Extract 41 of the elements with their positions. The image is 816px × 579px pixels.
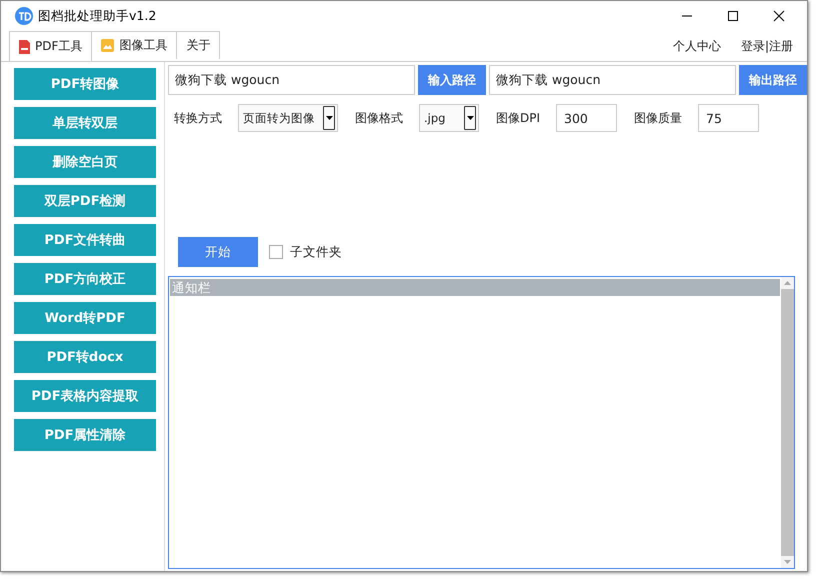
sidebar-button[interactable]: 单层转双层 — [14, 107, 156, 139]
sidebar-button[interactable]: PDF表格内容提取 — [14, 380, 156, 412]
output-path-button[interactable]: 输出路径 — [739, 65, 807, 95]
checkbox[interactable] — [269, 245, 283, 259]
header-link[interactable]: 登录|注册 — [740, 38, 793, 54]
scroll-down-icon[interactable] — [784, 560, 791, 564]
app-logo-icon — [15, 7, 33, 25]
sidebar-button[interactable]: PDF转图像 — [14, 68, 156, 100]
tab[interactable]: 关于 — [176, 31, 220, 59]
sidebar-button[interactable]: Word转PDF — [14, 302, 156, 334]
sidebar-button[interactable]: PDF属性清除 — [14, 419, 156, 451]
sidebar-button[interactable]: PDF方向校正 — [14, 263, 156, 295]
input-path-button[interactable]: 输入路径 — [418, 65, 486, 95]
maximize-icon[interactable] — [727, 10, 739, 22]
checkbox-label: 子文件夹 — [290, 244, 342, 260]
dropdown-arrow-icon — [326, 116, 332, 120]
pdf-file-icon — [19, 40, 30, 54]
start-button[interactable]: 开始 — [178, 237, 258, 267]
header-link[interactable]: 个人中心 — [672, 38, 721, 54]
dropdown[interactable]: 页面转为图像 — [238, 104, 338, 132]
option-label: 图像质量 — [634, 110, 682, 126]
tab[interactable]: PDF工具 — [9, 31, 92, 61]
option-label: 图像格式 — [355, 110, 403, 126]
scroll-up-icon[interactable] — [784, 281, 791, 285]
list-item[interactable]: 通知栏 — [170, 279, 780, 296]
option-label: 转换方式 — [174, 110, 222, 126]
sidebar-button[interactable]: PDF转docx — [14, 341, 156, 373]
input-field[interactable]: 75 — [698, 104, 760, 132]
output-path-field[interactable]: 微狗下载 wgoucn — [489, 65, 736, 95]
window-title: 图档批处理助手v1.2 — [38, 8, 156, 24]
close-icon[interactable] — [773, 10, 785, 22]
input-field[interactable]: 300 — [556, 104, 618, 132]
input-path-field[interactable]: 微狗下载 wgoucn — [168, 65, 415, 95]
dropdown-arrow-icon — [466, 116, 474, 120]
scrollbar[interactable] — [781, 277, 794, 568]
sidebar-button[interactable]: 删除空白页 — [14, 146, 156, 178]
sidebar-button[interactable]: 双层PDF检测 — [14, 185, 156, 217]
option-label: 图像DPI — [496, 110, 540, 126]
image-icon — [101, 39, 114, 52]
sidebar-button[interactable]: PDF文件转曲 — [14, 224, 156, 256]
dropdown[interactable]: .jpg — [419, 104, 479, 132]
